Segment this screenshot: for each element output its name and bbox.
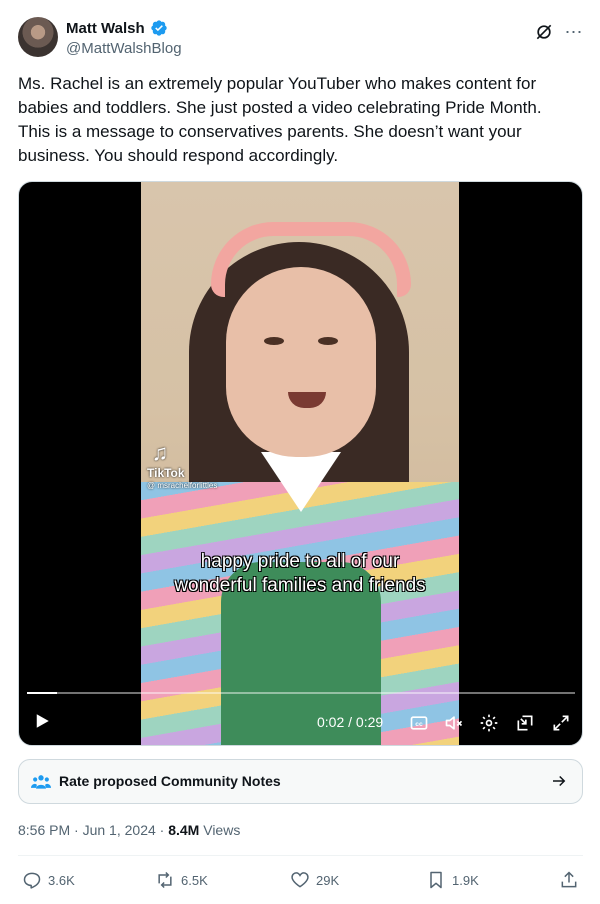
tweet-time[interactable]: 8:56 PM [18, 822, 70, 838]
video-caption: happy pride to all of our wonderful fami… [174, 551, 426, 596]
tweet-text: Ms. Rachel is an extremely popular YouTu… [18, 74, 542, 165]
play-icon[interactable] [33, 712, 51, 730]
mute-icon[interactable] [444, 713, 464, 733]
fullscreen-icon[interactable] [551, 713, 571, 733]
tiktok-watermark: ♫ TikTok @ msrachelforlittles [147, 440, 217, 490]
heart-icon [291, 872, 309, 888]
reply-button[interactable]: 3.6K [22, 870, 75, 890]
share-icon [561, 871, 577, 888]
share-button[interactable] [559, 870, 579, 890]
bookmark-count: 1.9K [452, 872, 479, 888]
tiktok-username: @ msrachelforlittles [147, 481, 218, 490]
settings-gear-icon[interactable] [479, 713, 499, 733]
repost-button[interactable]: 6.5K [155, 870, 208, 890]
svg-text:cc: cc [415, 721, 423, 728]
author-name[interactable]: Matt Walsh [66, 20, 145, 37]
verified-badge-icon [150, 20, 167, 36]
views-count: 8.4M [168, 822, 200, 838]
bookmark-button[interactable]: 1.9K [426, 870, 479, 890]
reply-icon [23, 872, 41, 889]
like-count: 29K [316, 872, 340, 888]
repost-icon [158, 871, 172, 889]
bookmark-icon [430, 871, 442, 889]
tweet-date[interactable]: Jun 1, 2024 [83, 822, 156, 838]
like-button[interactable]: 29K [290, 870, 339, 890]
grok-icon[interactable] [534, 22, 554, 42]
community-notes-label: Rate proposed Community Notes [59, 773, 281, 789]
tweet-meta: 8:56 PM · Jun 1, 2024 · 8.4M Views [18, 822, 241, 838]
repost-count: 6.5K [181, 872, 208, 888]
community-notes-button[interactable]: Rate proposed Community Notes [18, 759, 583, 804]
reply-count: 3.6K [48, 872, 75, 888]
picture-in-picture-icon[interactable] [515, 713, 535, 733]
video-progress-bar[interactable] [27, 692, 575, 694]
community-notes-people-icon [31, 775, 51, 789]
views-label: Views [203, 822, 241, 838]
arrow-right-icon [553, 775, 566, 787]
video-time: 0:02 / 0:29 [317, 714, 384, 730]
video-progress-fill [27, 692, 58, 694]
more-options-icon[interactable]: ⋯ [563, 22, 585, 42]
avatar[interactable] [18, 17, 58, 57]
captions-icon[interactable]: cc [409, 713, 429, 733]
author-name-row: Matt Walsh [66, 19, 168, 37]
video-player[interactable]: ♫ TikTok @ msrachelforlittles happy prid… [18, 181, 583, 746]
tiktok-logo-icon: ♫ [151, 440, 169, 465]
action-bar: 3.6K 6.5K 29K 1.9K [18, 870, 583, 892]
author-handle[interactable]: @MattWalshBlog [66, 40, 182, 57]
divider [18, 855, 583, 856]
tiktok-brand: TikTok [147, 466, 185, 480]
